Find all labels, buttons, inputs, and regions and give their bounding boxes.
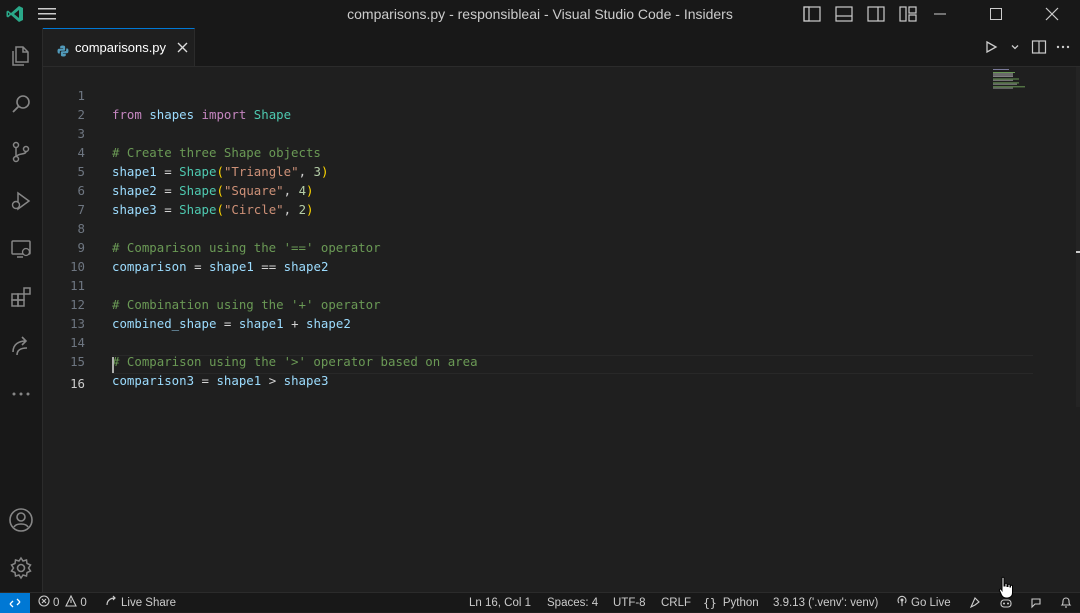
title-bar: comparisons.py - responsibleai - Visual … [0,0,1080,28]
variable: comparison3 [112,373,195,388]
more-icon[interactable] [0,371,42,417]
code-line-16: 16 [43,355,1033,391]
indentation[interactable]: Spaces: 4 [547,593,598,612]
code-editor[interactable]: 1 from shapes import Shape 2 3 # Create … [43,67,1080,592]
error-icon [38,595,50,610]
code-line-8: 8 # Comparison using the '==' operator [43,200,1033,255]
vertical-scrollbar[interactable] [1076,67,1080,407]
file-encoding[interactable]: UTF-8 [613,593,646,612]
close-window-icon[interactable] [1024,0,1080,28]
manage-gear-icon[interactable] [0,545,42,591]
close-tab-icon[interactable] [175,41,189,55]
code-line-15: 15 comparison3 = shape1 > shape3 [43,333,1033,388]
search-icon[interactable] [0,81,42,127]
tab-comparisons-py[interactable]: comparisons.py [43,28,195,66]
live-share-label: Live Share [121,596,176,609]
maximize-icon[interactable] [968,0,1024,28]
code-line-10: 10 [43,238,1033,274]
code-line-4: 4 shape1 = Shape("Triangle", 3) [43,124,1033,179]
source-control-icon[interactable] [0,129,42,175]
broadcast-icon [896,595,908,610]
language-label: Python [722,596,759,609]
cursor-position[interactable]: Ln 16, Col 1 [469,593,531,612]
extensions-icon[interactable] [0,274,42,320]
toggle-panel-icon[interactable] [832,2,856,26]
problems-indicator[interactable]: 0 0 [38,593,87,612]
line-number: 16 [70,376,85,391]
tab-label: comparisons.py [75,40,167,55]
live-share-status[interactable]: Live Share [106,593,176,612]
code-line-2: 2 [43,86,1033,122]
python-interpreter[interactable]: 3.9.13 ('.venv': venv) [773,593,878,612]
run-dropdown-chevron-icon[interactable] [1006,36,1024,58]
feedback-icon[interactable] [1030,593,1043,612]
error-count: 0 [53,596,60,609]
text-cursor [112,357,114,373]
go-live-button[interactable]: Go Live [896,593,951,612]
code-line-11: 11 # Combination using the '+' operator [43,257,1033,312]
editor-tab-bar: comparisons.py [43,28,1080,67]
explorer-icon[interactable] [0,33,42,79]
warning-icon [65,594,78,610]
toggle-secondary-sidebar-icon[interactable] [864,2,888,26]
accounts-icon[interactable] [0,497,42,543]
operand: shape1 [216,373,262,388]
split-editor-icon[interactable] [1030,36,1048,58]
live-share-icon[interactable] [0,323,42,369]
mouse-pointer-icon [998,576,1013,599]
python-file-icon [57,42,69,56]
notifications-bell-icon[interactable] [1060,593,1072,612]
code-line-7: 7 [43,181,1033,217]
status-bar: 0 0 Live Share Ln 16, Col 1 Spaces: 4 UT… [0,592,1080,613]
live-share-status-icon [106,595,118,610]
code-line-14: 14 # Comparison using the '>' operator b… [43,314,1033,369]
vscode-insiders-logo-icon [0,0,30,28]
remote-indicator-icon[interactable] [0,593,30,613]
scrollbar-cursor-marker [1076,251,1080,253]
toggle-primary-sidebar-icon[interactable] [800,2,824,26]
code-line-12: 12 combined_shape = shape1 + shape2 [43,276,1033,331]
code-line-6: 6 shape3 = Shape("Circle", 2) [43,162,1033,217]
more-actions-icon[interactable] [1054,36,1072,58]
code-line-9: 9 comparison = shape1 == shape2 [43,219,1033,274]
braces-icon: {} [703,595,717,610]
end-of-line[interactable]: CRLF [661,593,691,612]
application-menu-icon[interactable] [30,0,64,28]
run-python-file-icon[interactable] [982,36,1000,58]
language-mode[interactable]: {} Python [703,593,759,612]
minimize-icon[interactable] [912,0,968,28]
warning-count: 0 [80,596,87,609]
code-line-1: 1 from shapes import Shape [43,67,1033,122]
operator: > [268,373,277,388]
run-debug-icon[interactable] [0,178,42,224]
code-line-5: 5 shape2 = Shape("Square", 4) [43,143,1033,198]
code-line-13: 13 [43,295,1033,331]
go-live-label: Go Live [911,596,951,609]
remote-explorer-icon[interactable] [0,226,42,272]
operand: shape3 [283,373,329,388]
extension-status-icon[interactable] [969,593,982,612]
activity-bar [0,28,43,592]
code-line-3: 3 # Create three Shape objects [43,105,1033,160]
